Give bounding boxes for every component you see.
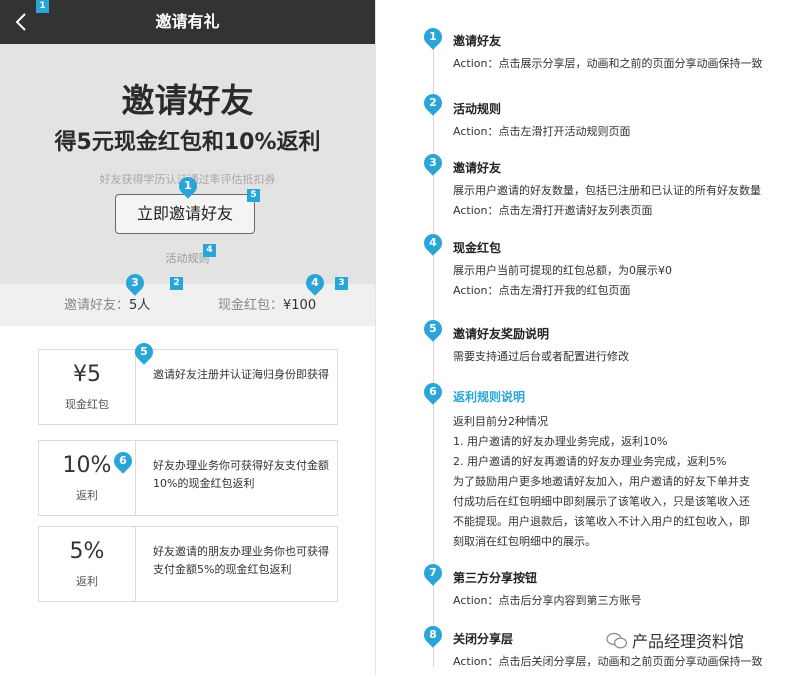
reward-label: 返利 [76,575,98,588]
spec-line: 刻取消在红包明细中的展示。 [453,535,596,548]
annotation-square: 3 [335,277,348,290]
activity-rules-link[interactable]: 活动规则 [0,250,375,266]
reward-description: 好友办理业务你可获得好友支付金额10%的现金红包返利 [153,459,329,490]
phone-mockup: 邀请有礼 邀请好友 得5元现金红包和10%返利 好友获得学历认证通过率评估抵扣券… [0,0,376,675]
reward-card-left: ¥5 现金红包 [39,350,136,424]
spec-line: Action：点击左滑打开活动规则页面 [453,125,631,138]
spec-line: Action：点击左滑打开邀请好友列表页面 [453,204,653,217]
reward-card-left: 5% 返利 [39,527,136,601]
spec-line: Action：点击展示分享层，动画和之前的页面分享动画保持一致 [453,57,763,70]
reward-amount: ¥5 [73,362,101,387]
hero-banner: 邀请好友 得5元现金红包和10%返利 好友获得学历认证通过率评估抵扣券 立即邀请… [0,44,375,284]
reward-card: ¥5 现金红包 邀请好友注册并认证海归身份即获得 [38,349,338,425]
hero-subtitle: 得5元现金红包和10%返利 [54,130,321,155]
page-title: 邀请有礼 [155,12,220,31]
spec-line: Action：点击后分享内容到第三方账号 [453,594,642,607]
annotation-pin: 5 [420,316,446,342]
spec-line: 需要支持通过后台或者配置进行修改 [453,350,629,363]
spec-title: 返利规则说明 [453,390,526,404]
spec-line: Action：点击后关闭分享层，动画和之前页面分享动画保持一致 [453,655,763,668]
spec-line: 为了鼓励用户更多地邀请好友加入，用户邀请的好友下单并支 [453,475,750,488]
annotation-pin: 8 [420,622,446,648]
spec-title: 第三方分享按钮 [453,571,538,585]
spec-title: 活动规则 [453,102,502,116]
reward-description: 邀请好友注册并认证海归身份即获得 [153,368,329,381]
spec-line: Action：点击左滑打开我的红包页面 [453,284,631,297]
cash-redpacket-stat[interactable]: 现金红包：¥100 [218,284,316,328]
navbar: 邀请有礼 [0,0,375,44]
watermark-text: 产品经理资料馆 [632,632,745,651]
spec-line: 返利目前分2种情况 [453,415,548,428]
annotation-pin: 1 [175,173,201,199]
spec-title: 邀请好友 [453,34,502,48]
spec-line: 展示用户邀请的好友数量，包括已注册和已认证的所有好友数量 [453,184,761,197]
spec-title: 邀请好友奖励说明 [453,327,550,341]
annotation-pin: 4 [302,270,328,296]
reward-label: 现金红包 [65,398,109,411]
annotation-square: 2 [170,277,183,290]
spec-title: 邀请好友 [453,161,502,175]
reward-amount: 5% [69,539,105,564]
spec-title: 现金红包 [453,241,502,255]
annotation-pin: 6 [110,448,136,474]
annotation-square: 4 [203,244,216,257]
annotation-pin: 6 [420,379,446,405]
spec-line: 展示用户当前可提现的红包总额，为0展示¥0 [453,264,672,277]
spec-line: 付成功后在红包明细中即刻展示了该笔收入，只是该笔收入还 [453,495,750,508]
invited-friends-value: 5人 [129,298,151,313]
reward-description: 好友邀请的朋友办理业务你也可获得支付金额5%的现金红包返利 [153,545,329,576]
spec-line: 1. 用户邀请的好友办理业务完成，返利10% [453,435,668,448]
reward-label: 返利 [76,489,98,502]
cash-redpacket-value: ¥100 [283,298,317,313]
spec-line: 不能提现。用户退款后，该笔收入不计入用户的红包收入，即 [453,515,750,528]
annotation-pin: 1 [420,24,446,50]
reward-card: 10% 返利 好友办理业务你可获得好友支付金额10%的现金红包返利 [38,440,338,516]
wechat-icon [606,632,628,649]
annotation-pin: 7 [420,560,446,586]
invite-friends-button[interactable]: 立即邀请好友 [115,194,255,234]
annotation-pin: 4 [420,230,446,256]
invited-friends-label: 邀请好友： [64,298,130,313]
hero-title: 邀请好友 [121,81,254,120]
annotation-pin: 5 [131,339,157,365]
spec-title: 关闭分享层 [453,632,514,646]
reward-card: 5% 返利 好友邀请的朋友办理业务你也可获得支付金额5%的现金红包返利 [38,526,338,602]
cash-redpacket-label: 现金红包： [218,298,284,313]
annotation-pin: 2 [420,90,446,116]
spec-line: 2. 用户邀请的好友再邀请的好友办理业务完成，返利5% [453,455,727,468]
annotation-square: 1 [36,0,49,13]
annotation-pin: 3 [420,150,446,176]
annotation-pin: 3 [122,270,148,296]
annotation-square: 5 [247,189,260,202]
